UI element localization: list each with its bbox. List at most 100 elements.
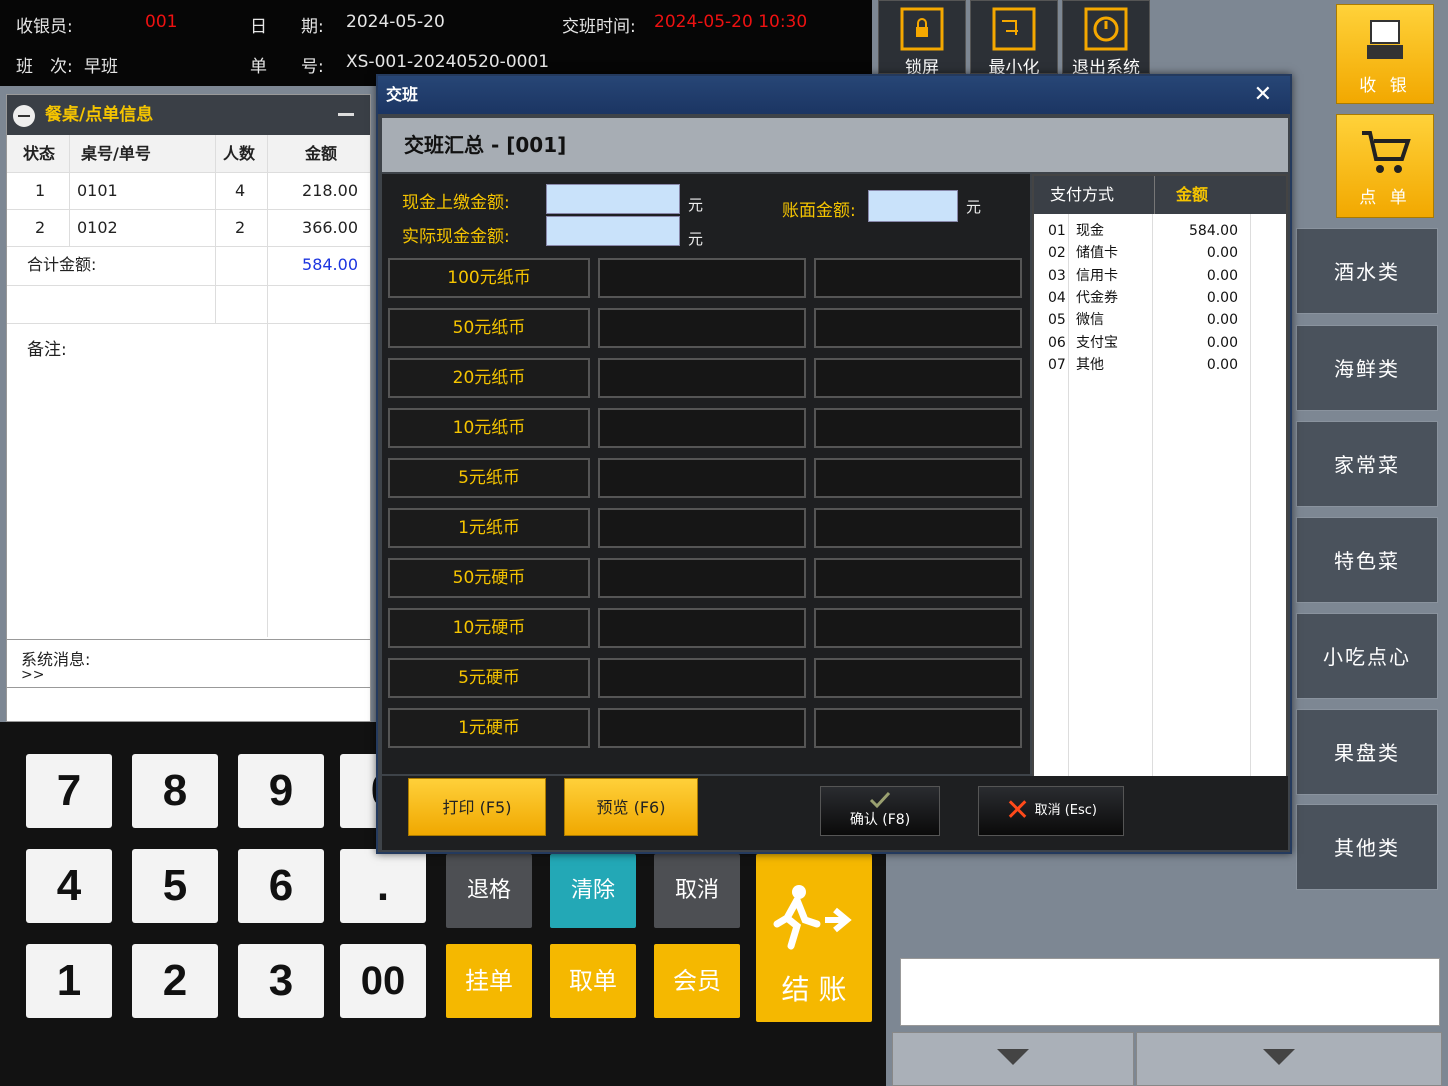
book-amount-input[interactable] bbox=[868, 190, 958, 222]
category-seafood[interactable]: 海鲜类 bbox=[1296, 325, 1438, 411]
payment-row[interactable]: 01 现金 584.00 bbox=[1034, 220, 1286, 242]
denomination-count-cell[interactable] bbox=[598, 258, 806, 298]
hold-order-button[interactable]: 挂单 bbox=[446, 944, 532, 1018]
denomination-amount-cell[interactable] bbox=[814, 708, 1022, 748]
shift-label: 班 次: bbox=[16, 57, 73, 77]
exit-system-button[interactable]: 退出系统 bbox=[1062, 0, 1150, 78]
category-specialty[interactable]: 特色菜 bbox=[1296, 517, 1438, 603]
confirm-label: 确认 (F8) bbox=[849, 812, 911, 828]
denomination-amount-cell[interactable] bbox=[814, 408, 1022, 448]
lock-screen-button[interactable]: 锁屏 bbox=[878, 0, 966, 78]
payment-row[interactable]: 05 微信 0.00 bbox=[1034, 309, 1286, 331]
checkout-button[interactable]: 结 账 bbox=[756, 854, 872, 1022]
pay-code: 05 bbox=[1048, 312, 1066, 329]
scroll-down-button-right[interactable] bbox=[1136, 1032, 1442, 1086]
denomination-label: 50元纸币 bbox=[388, 308, 590, 348]
print-button[interactable]: 打印 (F5) bbox=[408, 778, 546, 836]
pay-amount: 0.00 bbox=[1206, 289, 1238, 306]
dialog-titlebar: 交班 ✕ bbox=[378, 76, 1290, 114]
cash-count-area: 现金上缴金额: 元 实际现金金额: 元 账面金额: 元 100元纸币 50元纸币 2… bbox=[382, 174, 1030, 774]
collapse-circle-icon[interactable] bbox=[13, 105, 35, 127]
key-9[interactable]: 9 bbox=[238, 754, 324, 828]
backspace-button[interactable]: 退格 bbox=[446, 854, 532, 928]
row-status: 1 bbox=[35, 181, 46, 200]
cash-submit-label: 现金上缴金额: bbox=[402, 193, 510, 213]
key-dot[interactable]: . bbox=[340, 849, 426, 923]
key-5[interactable]: 5 bbox=[132, 849, 218, 923]
table-row[interactable]: 2 0102 2 366.00 bbox=[7, 209, 370, 246]
running-exit-icon bbox=[773, 885, 852, 950]
denomination-amount-cell[interactable] bbox=[814, 658, 1022, 698]
key-1[interactable]: 1 bbox=[26, 944, 112, 1018]
key-8[interactable]: 8 bbox=[132, 754, 218, 828]
unit-label: 元 bbox=[688, 230, 704, 248]
pay-name: 储值卡 bbox=[1076, 245, 1118, 262]
category-homestyle[interactable]: 家常菜 bbox=[1296, 421, 1438, 507]
key-4[interactable]: 4 bbox=[26, 849, 112, 923]
denomination-amount-cell[interactable] bbox=[814, 458, 1022, 498]
cashier-button[interactable]: 收 银 bbox=[1336, 4, 1434, 104]
clear-button[interactable]: 清除 bbox=[550, 854, 636, 928]
denomination-amount-cell[interactable] bbox=[814, 508, 1022, 548]
cash-submit-input[interactable] bbox=[546, 184, 680, 214]
denomination-amount-cell[interactable] bbox=[814, 258, 1022, 298]
category-fruit[interactable]: 果盘类 bbox=[1296, 709, 1438, 795]
close-icon[interactable]: ✕ bbox=[1254, 76, 1272, 114]
table-row[interactable]: 1 0101 4 218.00 bbox=[7, 172, 370, 209]
denomination-label: 1元纸币 bbox=[388, 508, 590, 548]
dialog-footer: 打印 (F5) 预览 (F6) 确认 (F8) ✕ 取消 (Esc) bbox=[382, 776, 1288, 850]
payment-row[interactable]: 04 代金券 0.00 bbox=[1034, 287, 1286, 309]
denomination-label: 5元纸币 bbox=[388, 458, 590, 498]
pay-amount: 0.00 bbox=[1206, 245, 1238, 262]
minimize-button[interactable]: 最小化 bbox=[970, 0, 1058, 78]
key-3[interactable]: 3 bbox=[238, 944, 324, 1018]
denomination-count-cell[interactable] bbox=[598, 308, 806, 348]
member-button[interactable]: 会员 bbox=[654, 944, 740, 1018]
denomination-count-cell[interactable] bbox=[598, 508, 806, 548]
cancel-key-button[interactable]: 取消 bbox=[654, 854, 740, 928]
denomination-amount-cell[interactable] bbox=[814, 358, 1022, 398]
denomination-count-cell[interactable] bbox=[598, 608, 806, 648]
minimize-panel-icon[interactable] bbox=[338, 113, 354, 116]
denomination-count-cell[interactable] bbox=[598, 658, 806, 698]
order-button[interactable]: 点 单 bbox=[1336, 114, 1434, 218]
payment-row[interactable]: 06 支付宝 0.00 bbox=[1034, 332, 1286, 354]
date-label: 日 期: bbox=[250, 17, 324, 37]
confirm-button[interactable]: 确认 (F8) bbox=[820, 786, 940, 836]
row-people: 2 bbox=[235, 218, 246, 237]
denomination-amount-cell[interactable] bbox=[814, 308, 1022, 348]
denomination-count-cell[interactable] bbox=[598, 558, 806, 598]
key-00[interactable]: 00 bbox=[340, 944, 426, 1018]
category-snacks[interactable]: 小吃点心 bbox=[1296, 613, 1438, 699]
denomination-count-cell[interactable] bbox=[598, 458, 806, 498]
denomination-count-cell[interactable] bbox=[598, 708, 806, 748]
key-2[interactable]: 2 bbox=[132, 944, 218, 1018]
payment-row[interactable]: 03 信用卡 0.00 bbox=[1034, 265, 1286, 287]
category-drinks[interactable]: 酒水类 bbox=[1296, 228, 1438, 314]
denomination-count-cell[interactable] bbox=[598, 408, 806, 448]
actual-cash-input[interactable] bbox=[546, 216, 680, 246]
pay-amount: 0.00 bbox=[1206, 334, 1238, 351]
pay-amount: 0.00 bbox=[1206, 312, 1238, 329]
key-6[interactable]: 6 bbox=[238, 849, 324, 923]
panel-title: 餐桌/点单信息 bbox=[45, 105, 154, 125]
denomination-amount-cell[interactable] bbox=[814, 608, 1022, 648]
table-order-panel: 餐桌/点单信息 状态 桌号/单号 人数 金额 1 0101 4 218.00 2… bbox=[6, 94, 371, 722]
denomination-count-cell[interactable] bbox=[598, 358, 806, 398]
category-other[interactable]: 其他类 bbox=[1296, 804, 1438, 890]
payment-row[interactable]: 02 储值卡 0.00 bbox=[1034, 242, 1286, 264]
row-amount: 366.00 bbox=[302, 218, 358, 237]
cancel-button[interactable]: ✕ 取消 (Esc) bbox=[978, 786, 1124, 836]
payment-row[interactable]: 07 其他 0.00 bbox=[1034, 354, 1286, 376]
col-people: 人数 bbox=[223, 144, 256, 163]
denomination-label: 50元硬币 bbox=[388, 558, 590, 598]
key-7[interactable]: 7 bbox=[26, 754, 112, 828]
pay-code: 04 bbox=[1048, 289, 1066, 306]
denomination-amount-cell[interactable] bbox=[814, 558, 1022, 598]
retrieve-order-button[interactable]: 取单 bbox=[550, 944, 636, 1018]
shift-value: 早班 bbox=[84, 57, 118, 77]
preview-button[interactable]: 预览 (F6) bbox=[564, 778, 698, 836]
lock-icon bbox=[900, 7, 944, 51]
scroll-down-button-left[interactable] bbox=[892, 1032, 1134, 1086]
pay-name: 代金券 bbox=[1076, 289, 1118, 306]
